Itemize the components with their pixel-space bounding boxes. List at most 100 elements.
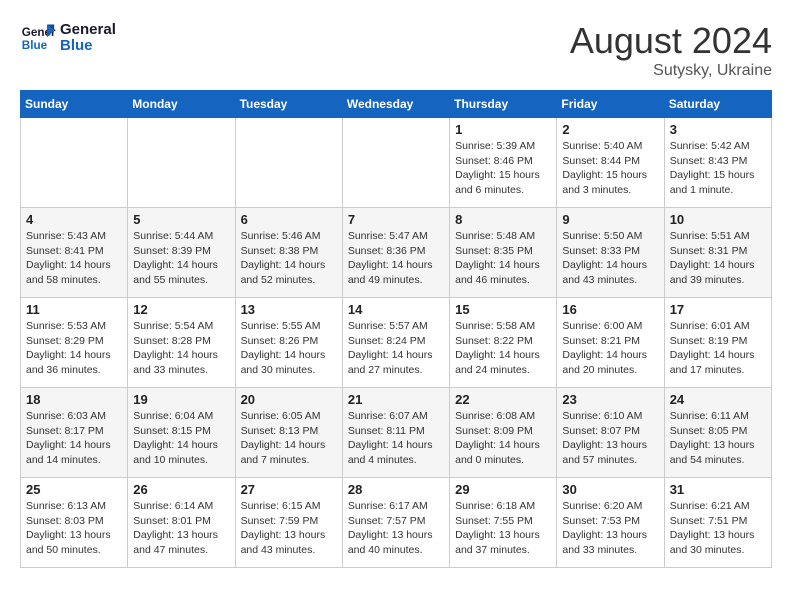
calendar-week-4: 18 Sunrise: 6:03 AM Sunset: 8:17 PM Dayli… — [21, 388, 772, 478]
day-info: Sunrise: 6:17 AM Sunset: 7:57 PM Dayligh… — [348, 499, 444, 558]
day-info: Sunrise: 6:04 AM Sunset: 8:15 PM Dayligh… — [133, 409, 229, 468]
day-info: Sunrise: 5:50 AM Sunset: 8:33 PM Dayligh… — [562, 229, 658, 288]
calendar-cell: 8 Sunrise: 5:48 AM Sunset: 8:35 PM Daylig… — [450, 208, 557, 298]
day-info: Sunrise: 5:44 AM Sunset: 8:39 PM Dayligh… — [133, 229, 229, 288]
day-info: Sunrise: 5:46 AM Sunset: 8:38 PM Dayligh… — [241, 229, 337, 288]
calendar-cell: 30 Sunrise: 6:20 AM Sunset: 7:53 PM Dayli… — [557, 478, 664, 568]
day-number: 29 — [455, 482, 551, 497]
weekday-header-thursday: Thursday — [450, 91, 557, 118]
calendar-cell: 7Sunrise: 5:47 AM Sunset: 8:36 PM Daylig… — [342, 208, 449, 298]
calendar-cell: 9 Sunrise: 5:50 AM Sunset: 8:33 PM Daylig… — [557, 208, 664, 298]
calendar-cell: 13 Sunrise: 5:55 AM Sunset: 8:26 PM Dayli… — [235, 298, 342, 388]
day-number: 17 — [670, 302, 766, 317]
day-info: Sunrise: 6:15 AM Sunset: 7:59 PM Dayligh… — [241, 499, 337, 558]
calendar-cell: 16 Sunrise: 6:00 AM Sunset: 8:21 PM Dayli… — [557, 298, 664, 388]
calendar-table: SundayMondayTuesdayWednesdayThursdayFrid… — [20, 90, 772, 568]
day-number: 30 — [562, 482, 658, 497]
day-number: 26 — [133, 482, 229, 497]
calendar-cell — [235, 118, 342, 208]
day-info: Sunrise: 6:03 AM Sunset: 8:17 PM Dayligh… — [26, 409, 122, 468]
day-info: Sunrise: 6:20 AM Sunset: 7:53 PM Dayligh… — [562, 499, 658, 558]
weekday-header-sunday: Sunday — [21, 91, 128, 118]
day-info: Sunrise: 6:14 AM Sunset: 8:01 PM Dayligh… — [133, 499, 229, 558]
calendar-cell: 23 Sunrise: 6:10 AM Sunset: 8:07 PM Dayli… — [557, 388, 664, 478]
calendar-cell — [128, 118, 235, 208]
logo-text-blue: Blue — [60, 38, 116, 55]
day-number: 18 — [26, 392, 122, 407]
day-number: 22 — [455, 392, 551, 407]
calendar-cell: 31 Sunrise: 6:21 AM Sunset: 7:51 PM Dayli… — [664, 478, 771, 568]
day-info: Sunrise: 6:00 AM Sunset: 8:21 PM Dayligh… — [562, 319, 658, 378]
day-number: 28 — [348, 482, 444, 497]
logo-icon: General Blue — [20, 20, 56, 56]
day-number: 14 — [348, 302, 444, 317]
day-number: 9 — [562, 212, 658, 227]
day-info: Sunrise: 5:39 AM Sunset: 8:46 PM Dayligh… — [455, 139, 551, 198]
weekday-header-saturday: Saturday — [664, 91, 771, 118]
calendar-cell: 17 Sunrise: 6:01 AM Sunset: 8:19 PM Dayli… — [664, 298, 771, 388]
day-number: 23 — [562, 392, 658, 407]
calendar-week-1: 1 Sunrise: 5:39 AM Sunset: 8:46 PM Daylig… — [21, 118, 772, 208]
day-info: Sunrise: 6:10 AM Sunset: 8:07 PM Dayligh… — [562, 409, 658, 468]
calendar-cell: 19 Sunrise: 6:04 AM Sunset: 8:15 PM Dayli… — [128, 388, 235, 478]
day-info: Sunrise: 6:13 AM Sunset: 8:03 PM Dayligh… — [26, 499, 122, 558]
day-number: 12 — [133, 302, 229, 317]
calendar-cell: 21Sunrise: 6:07 AM Sunset: 8:11 PM Dayli… — [342, 388, 449, 478]
day-number: 31 — [670, 482, 766, 497]
calendar-cell: 4Sunrise: 5:43 AM Sunset: 8:41 PM Daylig… — [21, 208, 128, 298]
calendar-cell: 12Sunrise: 5:54 AM Sunset: 8:28 PM Dayli… — [128, 298, 235, 388]
day-number: 6 — [241, 212, 337, 227]
calendar-cell: 15Sunrise: 5:58 AM Sunset: 8:22 PM Dayli… — [450, 298, 557, 388]
day-number: 11 — [26, 302, 122, 317]
calendar-cell — [342, 118, 449, 208]
day-info: Sunrise: 6:18 AM Sunset: 7:55 PM Dayligh… — [455, 499, 551, 558]
calendar-cell: 6 Sunrise: 5:46 AM Sunset: 8:38 PM Daylig… — [235, 208, 342, 298]
weekday-header-wednesday: Wednesday — [342, 91, 449, 118]
day-info: Sunrise: 5:43 AM Sunset: 8:41 PM Dayligh… — [26, 229, 122, 288]
calendar-cell: 20 Sunrise: 6:05 AM Sunset: 8:13 PM Dayli… — [235, 388, 342, 478]
weekday-header-friday: Friday — [557, 91, 664, 118]
day-number: 19 — [133, 392, 229, 407]
day-number: 16 — [562, 302, 658, 317]
calendar-cell: 22Sunrise: 6:08 AM Sunset: 8:09 PM Dayli… — [450, 388, 557, 478]
day-number: 20 — [241, 392, 337, 407]
calendar-cell — [21, 118, 128, 208]
weekday-header-tuesday: Tuesday — [235, 91, 342, 118]
calendar-cell: 27Sunrise: 6:15 AM Sunset: 7:59 PM Dayli… — [235, 478, 342, 568]
day-info: Sunrise: 5:55 AM Sunset: 8:26 PM Dayligh… — [241, 319, 337, 378]
calendar-cell: 14 Sunrise: 5:57 AM Sunset: 8:24 PM Dayli… — [342, 298, 449, 388]
day-info: Sunrise: 6:05 AM Sunset: 8:13 PM Dayligh… — [241, 409, 337, 468]
day-info: Sunrise: 5:58 AM Sunset: 8:22 PM Dayligh… — [455, 319, 551, 378]
calendar-cell: 29 Sunrise: 6:18 AM Sunset: 7:55 PM Dayli… — [450, 478, 557, 568]
calendar-cell: 18 Sunrise: 6:03 AM Sunset: 8:17 PM Dayli… — [21, 388, 128, 478]
day-info: Sunrise: 6:01 AM Sunset: 8:19 PM Dayligh… — [670, 319, 766, 378]
day-number: 1 — [455, 122, 551, 137]
logo-text-general: General — [60, 22, 116, 39]
weekday-header-row: SundayMondayTuesdayWednesdayThursdayFrid… — [21, 91, 772, 118]
svg-text:Blue: Blue — [22, 39, 48, 52]
calendar-cell: 25 Sunrise: 6:13 AM Sunset: 8:03 PM Dayli… — [21, 478, 128, 568]
calendar-cell: 10 Sunrise: 5:51 AM Sunset: 8:31 PM Dayli… — [664, 208, 771, 298]
day-number: 8 — [455, 212, 551, 227]
month-year-title: August 2024 — [570, 20, 772, 62]
calendar-week-2: 4Sunrise: 5:43 AM Sunset: 8:41 PM Daylig… — [21, 208, 772, 298]
calendar-cell: 28 Sunrise: 6:17 AM Sunset: 7:57 PM Dayli… — [342, 478, 449, 568]
day-info: Sunrise: 5:40 AM Sunset: 8:44 PM Dayligh… — [562, 139, 658, 198]
day-info: Sunrise: 5:57 AM Sunset: 8:24 PM Dayligh… — [348, 319, 444, 378]
calendar-cell: 11Sunrise: 5:53 AM Sunset: 8:29 PM Dayli… — [21, 298, 128, 388]
day-number: 2 — [562, 122, 658, 137]
calendar-cell: 26 Sunrise: 6:14 AM Sunset: 8:01 PM Dayli… — [128, 478, 235, 568]
day-info: Sunrise: 6:21 AM Sunset: 7:51 PM Dayligh… — [670, 499, 766, 558]
day-number: 24 — [670, 392, 766, 407]
day-number: 25 — [26, 482, 122, 497]
day-info: Sunrise: 5:51 AM Sunset: 8:31 PM Dayligh… — [670, 229, 766, 288]
day-number: 13 — [241, 302, 337, 317]
calendar-week-5: 25 Sunrise: 6:13 AM Sunset: 8:03 PM Dayli… — [21, 478, 772, 568]
calendar-cell: 5Sunrise: 5:44 AM Sunset: 8:39 PM Daylig… — [128, 208, 235, 298]
day-info: Sunrise: 6:07 AM Sunset: 8:11 PM Dayligh… — [348, 409, 444, 468]
page-header: General Blue General Blue August 2024 Su… — [20, 20, 772, 80]
logo: General Blue General Blue — [20, 20, 116, 56]
calendar-cell: 1 Sunrise: 5:39 AM Sunset: 8:46 PM Daylig… — [450, 118, 557, 208]
day-info: Sunrise: 5:48 AM Sunset: 8:35 PM Dayligh… — [455, 229, 551, 288]
day-number: 10 — [670, 212, 766, 227]
